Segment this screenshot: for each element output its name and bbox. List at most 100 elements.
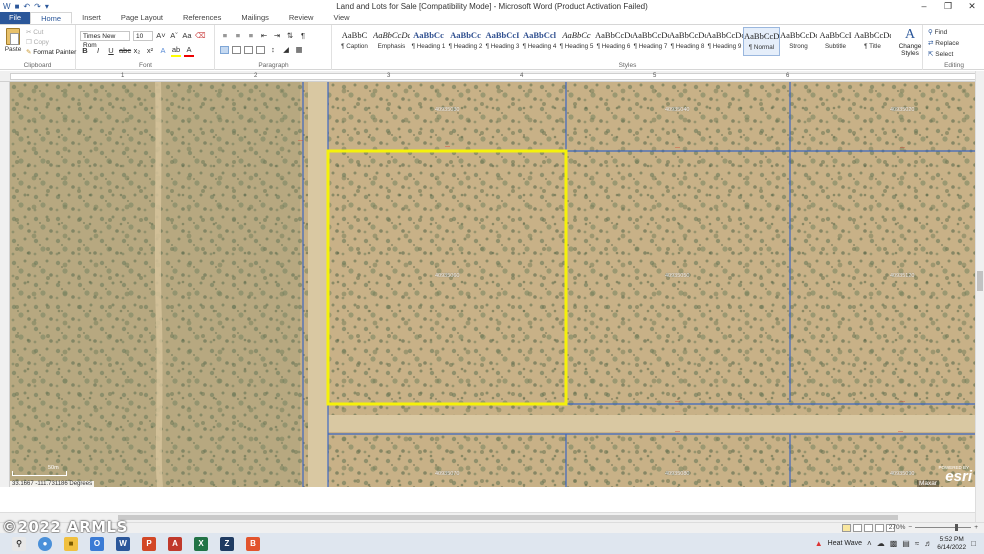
print-layout-icon[interactable] [842,524,851,532]
tab-insert[interactable]: Insert [72,12,111,24]
full-screen-icon[interactable] [853,524,862,532]
zoom-app-icon[interactable]: Z [220,536,234,551]
style-preview: AaBbCcDc [706,30,743,40]
word-taskbar-icon[interactable]: W [116,536,130,551]
style-heading-5[interactable]: AaBbCc ¶ Heading 5 [558,27,595,56]
font-size-select[interactable]: 10 [133,31,153,41]
numbering-icon[interactable]: ≡ [233,31,243,41]
network-icon[interactable]: ▤ [902,539,910,548]
italic-button[interactable]: I [93,46,103,56]
style-heading-2[interactable]: AaBbCc ¶ Heading 2 [447,27,484,56]
zoom-out-icon[interactable]: − [908,524,912,531]
multilevel-list-icon[interactable]: ≡ [246,31,256,41]
subscript-button[interactable]: x₂ [132,46,142,56]
select-button[interactable]: ⇱ Select [928,49,959,60]
vertical-scrollbar[interactable] [975,71,984,523]
decrease-indent-icon[interactable]: ⇤ [259,31,269,41]
horizontal-scrollbar[interactable] [0,512,975,522]
style-heading-6[interactable]: AaBbCcDc ¶ Heading 6 [595,27,632,56]
sort-icon[interactable]: ⇅ [285,31,295,41]
bold-button[interactable]: B [80,46,90,56]
format-painter-button[interactable]: ✎ Format Painter [26,48,76,58]
wifi-icon[interactable]: ≈ [915,539,919,548]
shrink-font-icon[interactable]: Aˇ [169,31,179,41]
find-button[interactable]: ⚲ Find [928,27,959,38]
show-marks-icon[interactable]: ¶ [298,31,308,41]
tab-references[interactable]: References [173,12,231,24]
borders-icon[interactable]: ▦ [294,45,304,55]
tab-review[interactable]: Review [279,12,324,24]
minimize-button[interactable]: – [912,0,936,13]
change-styles-button[interactable]: A Change Styles [898,27,922,57]
cut-button[interactable]: ✂ Cut [26,28,76,38]
style-subtitle[interactable]: AaBbCcI Subtitle [817,27,854,56]
align-center-icon[interactable] [232,46,241,54]
text-effects-icon[interactable]: A [158,46,168,56]
increase-indent-icon[interactable]: ⇥ [272,31,282,41]
acrobat-icon[interactable]: A [168,536,182,551]
font-name-select[interactable]: Times New Rom [80,31,130,49]
change-case-icon[interactable]: Aa [182,31,192,41]
style-name: ¶ Heading 3 [485,43,520,50]
style-title[interactable]: AaBbCcDdI ¶ Title [854,27,891,56]
line-spacing-icon[interactable]: ↕ [268,45,278,55]
replace-button[interactable]: ⇄ Replace [928,38,959,49]
notification-icon[interactable]: □ [971,539,976,548]
align-right-icon[interactable] [244,46,253,54]
brave-icon[interactable]: B [246,536,260,551]
grow-font-icon[interactable]: A˅ [156,31,166,41]
powerpoint-icon[interactable]: P [142,536,156,551]
strikethrough-button[interactable]: abc [119,46,131,56]
style-heading-9[interactable]: AaBbCcDc ¶ Heading 9 [706,27,743,56]
shading-icon[interactable]: ◢ [281,45,291,55]
bullets-icon[interactable]: ≡ [220,31,230,41]
weather-text[interactable]: Heat Wave [828,540,862,547]
onedrive-icon[interactable]: ☁ [877,539,885,548]
style-heading-1[interactable]: AaBbCc ¶ Heading 1 [410,27,447,56]
chrome-icon[interactable]: ● [38,536,52,551]
excel-icon[interactable]: X [194,536,208,551]
zoom-slider[interactable] [915,524,972,531]
justify-icon[interactable] [256,46,265,54]
chevron-up-icon[interactable]: ˄ [867,539,872,548]
paste-button[interactable]: Paste [4,28,22,53]
style-strong[interactable]: AaBbCcDd Strong [780,27,817,56]
embedded-map-image[interactable]: — — — — — — — — 40935030 40935040 409350… [10,82,975,487]
tab-file[interactable]: File [0,12,31,24]
volume-icon[interactable]: ♬ [924,539,932,548]
scroll-thumb[interactable] [977,271,983,291]
outline-icon[interactable] [875,524,884,532]
web-layout-icon[interactable] [864,524,873,532]
tab-home[interactable]: Home [30,12,73,24]
copy-button[interactable]: ❐ Copy [26,38,76,48]
close-button[interactable]: ✕ [960,0,984,13]
clear-format-icon[interactable]: ⌫ [195,31,206,41]
style-heading-4[interactable]: AaBbCcl ¶ Heading 4 [521,27,558,56]
tab-view[interactable]: View [323,12,359,24]
style-emphasis[interactable]: AaBbCcDc Emphasis [373,27,410,56]
style-heading-3[interactable]: AaBbCcI ¶ Heading 3 [484,27,521,56]
font-color-icon[interactable]: A [184,45,194,57]
scroll-thumb[interactable] [118,515,898,520]
align-left-icon[interactable] [220,46,229,54]
zoom-level[interactable]: 270% [889,524,906,531]
file-explorer-icon[interactable]: ■ [64,536,78,551]
superscript-button[interactable]: x² [145,46,155,56]
highlight-icon[interactable]: ab [171,45,181,57]
document-page[interactable] [10,487,975,512]
tab-mailings[interactable]: Mailings [231,12,279,24]
tab-page-layout[interactable]: Page Layout [111,12,173,24]
vertical-ruler[interactable] [0,82,10,487]
horizontal-ruler[interactable]: 1 2 3 4 5 6 [0,71,984,82]
display-icon[interactable]: ▩ [890,539,898,548]
underline-button[interactable]: U [106,46,116,56]
maximize-button[interactable]: ❐ [936,0,960,13]
style-heading-7[interactable]: AaBbCcDc ¶ Heading 7 [632,27,669,56]
style-caption[interactable]: AaBbC ¶ Caption [336,27,373,56]
style-normal[interactable]: AaBbCcDc ¶ Normal [743,27,780,56]
zoom-in-icon[interactable]: + [974,524,978,531]
search-icon[interactable]: ⚲ [12,536,26,551]
outlook-icon[interactable]: O [90,536,104,551]
clock[interactable]: 5:52 PM 6/14/2022 [937,536,966,552]
style-heading-8[interactable]: AaBbCcDc ¶ Heading 8 [669,27,706,56]
